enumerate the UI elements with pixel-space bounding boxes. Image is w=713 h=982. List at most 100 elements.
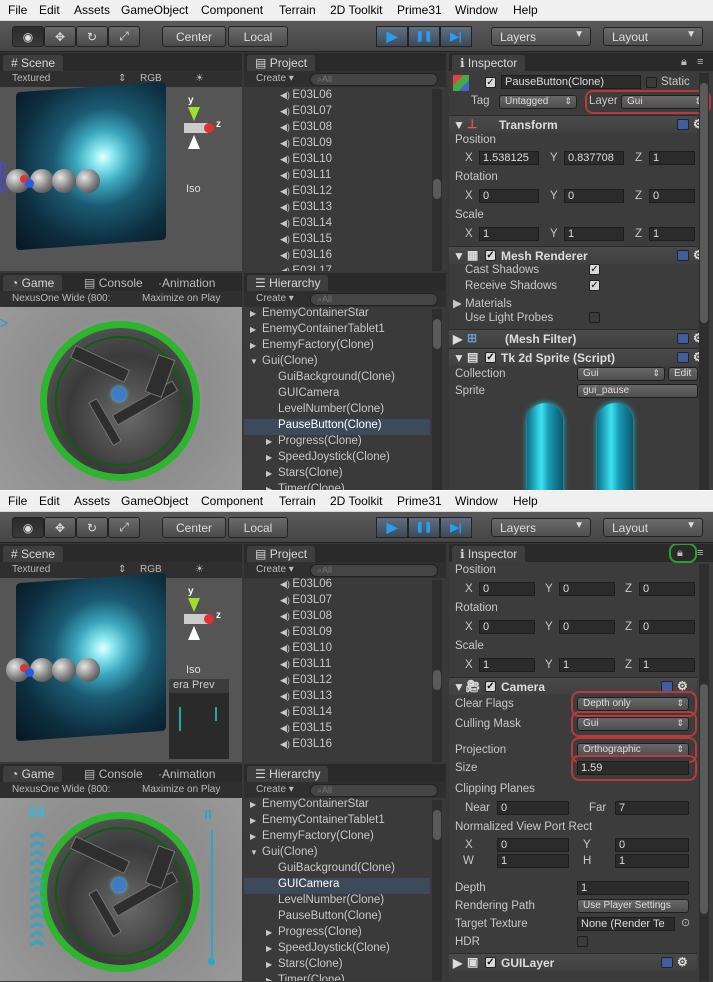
scale-x-field[interactable]: 1 bbox=[479, 658, 535, 672]
help-icon[interactable] bbox=[661, 957, 673, 968]
position-y-field[interactable]: 0.837708 bbox=[564, 151, 624, 165]
project-item[interactable]: ◀) E03L17 bbox=[280, 265, 332, 271]
rotation-x-field[interactable]: 0 bbox=[479, 189, 539, 203]
move-tool-button[interactable]: ✥ bbox=[44, 517, 76, 538]
collapse-arrow-icon[interactable]: ▶ bbox=[266, 976, 278, 981]
hierarchy-item[interactable]: ▶ Stars(Clone) bbox=[244, 958, 430, 974]
hierarchy-item[interactable]: ▶ EnemyFactory(Clone) bbox=[244, 830, 430, 846]
collapse-arrow-icon[interactable]: ▶ bbox=[266, 960, 278, 969]
tab-game[interactable]: ◔ Game bbox=[3, 766, 63, 782]
help-icon[interactable] bbox=[677, 352, 689, 363]
collapse-arrow-icon[interactable]: ▶ bbox=[250, 832, 262, 841]
rotation-z-field[interactable]: 0 bbox=[649, 189, 695, 203]
hierarchy-item[interactable]: ▶ EnemyContainerStar bbox=[244, 307, 430, 323]
scale-y-field[interactable]: 1 bbox=[559, 658, 615, 672]
scale-z-field[interactable]: 1 bbox=[649, 227, 695, 241]
pause-hud-button[interactable]: II bbox=[204, 806, 212, 822]
pivot-local-button[interactable]: Local bbox=[228, 517, 288, 538]
object-name-field[interactable]: PauseButton(Clone) bbox=[501, 75, 641, 89]
menu-edit[interactable]: Edit bbox=[39, 3, 60, 17]
project-item[interactable]: ◀) E03L10 bbox=[280, 642, 332, 658]
menu-window[interactable]: Window bbox=[455, 3, 498, 17]
tab-scene[interactable]: # Scene bbox=[3, 55, 64, 71]
menu-prime31[interactable]: Prime31 bbox=[397, 494, 442, 508]
pause-button[interactable]: ❚❚ bbox=[408, 517, 440, 538]
scale-tool-button[interactable]: ⤢ bbox=[108, 517, 140, 538]
tab-inspector[interactable]: ℹ Inspector bbox=[452, 55, 526, 71]
maximize-on-play-toggle[interactable]: Maximize on Play bbox=[142, 293, 220, 304]
create-dropdown[interactable]: Create ▾ bbox=[256, 564, 294, 575]
step-button[interactable]: ▶| bbox=[440, 26, 472, 47]
project-item[interactable]: ◀) E03L11 bbox=[280, 169, 331, 185]
collapse-arrow-icon[interactable]: ▶ bbox=[266, 453, 278, 462]
collapse-arrow-icon[interactable]: ▶ bbox=[266, 485, 278, 490]
menu-component[interactable]: Component bbox=[201, 494, 263, 508]
hierarchy-item[interactable]: LevelNumber(Clone) bbox=[244, 403, 430, 419]
layout-dropdown[interactable]: Layout ▼ bbox=[603, 27, 703, 46]
mesh-filter-header[interactable]: ▶ ⊞ (Mesh Filter) ⚙ bbox=[449, 329, 704, 347]
project-item[interactable]: ◀) E03L08 bbox=[280, 121, 332, 137]
project-item[interactable]: ◀) E03L07 bbox=[280, 594, 332, 610]
tab-console[interactable]: ▤ Console bbox=[76, 275, 151, 291]
menu-edit[interactable]: Edit bbox=[39, 494, 60, 508]
help-icon[interactable] bbox=[677, 333, 689, 344]
scene-gizmo[interactable]: y z bbox=[184, 586, 221, 656]
hierarchy-item[interactable]: ▶ Progress(Clone) bbox=[244, 435, 430, 451]
position-x-field[interactable]: 1.538125 bbox=[479, 151, 539, 165]
game-viewport[interactable]: 58 ︽ ︽ ︽ ︽ ︽ ︽ ︽ ︽ ︽ ︽ ︽ ︽ ︽ II bbox=[0, 798, 242, 981]
materials-label[interactable]: Materials bbox=[465, 298, 512, 310]
project-item[interactable]: ◀) E03L16 bbox=[280, 249, 332, 265]
position-z-field[interactable]: 0 bbox=[639, 582, 695, 596]
create-dropdown[interactable]: Create ▾ bbox=[256, 293, 294, 304]
hand-tool-button[interactable]: ◉ bbox=[12, 517, 44, 538]
tab-hierarchy[interactable]: ☰ Hierarchy bbox=[247, 275, 329, 291]
menu-component[interactable]: Component bbox=[201, 3, 263, 17]
menu-assets[interactable]: Assets bbox=[74, 494, 110, 508]
position-x-field[interactable]: 0 bbox=[479, 582, 535, 596]
project-scrollbar[interactable] bbox=[432, 580, 442, 762]
menu-2d-toolkit[interactable]: 2D Toolkit bbox=[330, 3, 382, 17]
tab-inspector[interactable]: ℹ Inspector bbox=[452, 546, 526, 562]
transform-header[interactable]: ▼ ⊥ Transform ⚙ bbox=[449, 115, 704, 133]
sprite-script-header[interactable]: ▼ ▤ ✓ Tk 2d Sprite (Script) ⚙ bbox=[449, 348, 704, 366]
project-scrollbar[interactable] bbox=[432, 89, 442, 271]
tab-scene[interactable]: # Scene bbox=[3, 546, 64, 562]
layout-dropdown[interactable]: Layout ▼ bbox=[603, 518, 703, 537]
hierarchy-item[interactable]: ▶ EnemyFactory(Clone) bbox=[244, 339, 430, 355]
camera-enabled-checkbox[interactable]: ✓ bbox=[485, 681, 496, 692]
layers-dropdown[interactable]: Layers ▼ bbox=[491, 27, 591, 46]
hierarchy-item[interactable]: ▶ SpeedJoystick(Clone) bbox=[244, 451, 430, 467]
aspect-dropdown[interactable]: NexusOne Wide (800: bbox=[12, 293, 110, 304]
gear-icon[interactable]: ⚙ bbox=[677, 955, 688, 969]
inspector-scrollbar[interactable] bbox=[699, 564, 709, 981]
expand-arrow-icon[interactable]: ▼ bbox=[250, 357, 262, 366]
hand-tool-button[interactable]: ◉ bbox=[12, 26, 44, 47]
menu-gameobject[interactable]: GameObject bbox=[121, 494, 188, 508]
viewport-w-field[interactable]: 1 bbox=[497, 854, 569, 868]
hierarchy-item[interactable]: ▶ SpeedJoystick(Clone) bbox=[244, 942, 430, 958]
scene-viewport[interactable]: y z Iso bbox=[0, 81, 242, 271]
scale-tool-button[interactable]: ⤢ bbox=[108, 26, 140, 47]
menu-assets[interactable]: Assets bbox=[74, 3, 110, 17]
rotation-z-field[interactable]: 0 bbox=[639, 620, 695, 634]
hdr-checkbox[interactable] bbox=[577, 936, 588, 947]
project-search-input[interactable]: ⌕All bbox=[310, 73, 438, 86]
tab-project[interactable]: ▤ Project bbox=[247, 55, 316, 71]
far-field[interactable]: 7 bbox=[615, 801, 689, 815]
scale-x-field[interactable]: 1 bbox=[479, 227, 539, 241]
create-dropdown[interactable]: Create ▾ bbox=[256, 73, 294, 84]
hierarchy-item[interactable]: ▼ Gui(Clone) bbox=[244, 846, 430, 862]
gui-layer-header[interactable]: ▶ ▣ ✓ GUILayer ⚙ bbox=[449, 953, 697, 971]
sprite-enabled-checkbox[interactable]: ✓ bbox=[485, 352, 496, 363]
cast-shadows-checkbox[interactable]: ✓ bbox=[589, 264, 600, 275]
target-texture-field[interactable]: None (Render Te bbox=[577, 917, 675, 931]
step-button[interactable]: ▶| bbox=[440, 517, 472, 538]
use-light-probes-checkbox[interactable] bbox=[589, 312, 600, 323]
hierarchy-item[interactable]: ▶ Timer(Clone) bbox=[244, 483, 430, 490]
hierarchy-search-input[interactable]: ⌕All bbox=[310, 784, 438, 797]
rotation-y-field[interactable]: 0 bbox=[564, 189, 624, 203]
play-button[interactable]: ▶ bbox=[376, 517, 408, 538]
gui-layer-enabled-checkbox[interactable]: ✓ bbox=[485, 957, 496, 968]
rotation-x-field[interactable]: 0 bbox=[479, 620, 535, 634]
rotate-tool-button[interactable]: ↻ bbox=[76, 517, 108, 538]
